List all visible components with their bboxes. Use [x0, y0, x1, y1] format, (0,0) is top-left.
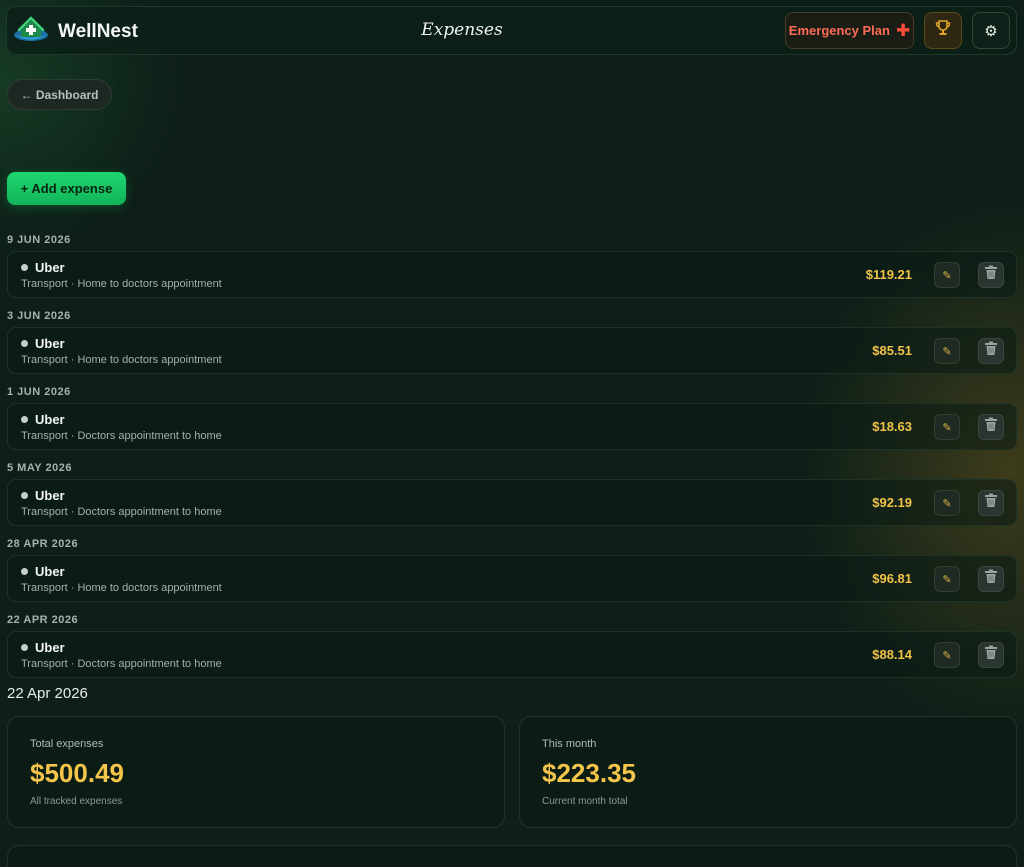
wellnest-logo-icon[interactable] [12, 14, 50, 44]
expense-title: Uber [35, 488, 65, 503]
trash-icon [984, 493, 998, 513]
expense-row[interactable]: Uber Transport · Doctors appointment to … [7, 479, 1017, 526]
pencil-icon: ✎ [942, 345, 952, 358]
pencil-icon: ✎ [942, 421, 952, 434]
bullet-icon [21, 568, 28, 575]
stat-note: All tracked expenses [30, 796, 123, 807]
trash-icon [984, 645, 998, 665]
stat-label: Total expenses [30, 738, 104, 750]
trash-icon [984, 417, 998, 437]
bullet-icon [21, 340, 28, 347]
pencil-icon: ✎ [942, 649, 952, 662]
delete-button[interactable] [978, 338, 1004, 364]
expense-row[interactable]: Uber Transport · Home to doctors appoint… [7, 327, 1017, 374]
group-date: 9 JUN 2026 [7, 234, 71, 246]
edit-button[interactable]: ✎ [934, 642, 960, 668]
add-expense-button[interactable]: + Add expense [7, 172, 126, 205]
edit-button[interactable]: ✎ [934, 262, 960, 288]
expense-amount: $88.14 [872, 647, 912, 662]
edit-button[interactable]: ✎ [934, 490, 960, 516]
app-header: WellNest Expenses Emergency Plan ✚ ⚙ [6, 6, 1017, 55]
group-date: 3 JUN 2026 [7, 310, 71, 322]
bottom-card [7, 845, 1017, 867]
pencil-icon: ✎ [942, 269, 952, 282]
expense-row[interactable]: Uber Transport · Doctors appointment to … [7, 403, 1017, 450]
trophy-button[interactable] [924, 12, 962, 49]
expense-amount: $96.81 [872, 571, 912, 586]
delete-button[interactable] [978, 414, 1004, 440]
bullet-icon [21, 492, 28, 499]
group-date: 5 MAY 2026 [7, 462, 72, 474]
expense-subtitle: Transport · Doctors appointment to home [21, 506, 222, 518]
plus-icon: ✚ [895, 20, 911, 40]
edit-button[interactable]: ✎ [934, 338, 960, 364]
trash-icon [984, 569, 998, 589]
expense-amount: $119.21 [865, 267, 912, 282]
total-expenses-card: Total expenses $500.49 All tracked expen… [7, 716, 505, 828]
expense-subtitle: Transport · Doctors appointment to home [21, 430, 222, 442]
bullet-icon [21, 416, 28, 423]
edit-button[interactable]: ✎ [934, 414, 960, 440]
expense-row[interactable]: Uber Transport · Home to doctors appoint… [7, 251, 1017, 298]
expense-row[interactable]: Uber Transport · Home to doctors appoint… [7, 555, 1017, 602]
expense-amount: $92.19 [872, 495, 912, 510]
gear-icon: ⚙ [984, 22, 998, 40]
page-title: Expenses [421, 20, 503, 40]
bullet-icon [21, 644, 28, 651]
expense-title: Uber [35, 412, 65, 427]
stat-note: Current month total [542, 796, 628, 807]
group-date: 28 APR 2026 [7, 538, 79, 550]
back-to-dashboard-button[interactable]: ← Dashboard [7, 79, 112, 110]
group-date: 22 APR 2026 [7, 614, 79, 626]
trophy-icon [934, 19, 952, 42]
expense-title: Uber [35, 564, 65, 579]
this-month-card: This month $223.35 Current month total [519, 716, 1017, 828]
expense-amount: $18.63 [872, 419, 912, 434]
delete-button[interactable] [978, 642, 1004, 668]
trash-icon [984, 265, 998, 285]
delete-button[interactable] [978, 262, 1004, 288]
emergency-plan-label: Emergency Plan [788, 23, 890, 38]
delete-button[interactable] [978, 490, 1004, 516]
expense-row[interactable]: Uber Transport · Doctors appointment to … [7, 631, 1017, 678]
expense-subtitle: Transport · Home to doctors appointment [21, 278, 222, 290]
pencil-icon: ✎ [942, 573, 952, 586]
stat-value: $223.35 [542, 758, 636, 788]
pencil-icon: ✎ [942, 497, 952, 510]
expense-title: Uber [35, 640, 65, 655]
delete-button[interactable] [978, 566, 1004, 592]
emergency-plan-button[interactable]: Emergency Plan ✚ [785, 12, 914, 49]
trash-icon [984, 341, 998, 361]
bullet-icon [21, 264, 28, 271]
edit-button[interactable]: ✎ [934, 566, 960, 592]
stat-label: This month [542, 738, 597, 750]
expense-amount: $85.51 [872, 343, 912, 358]
settings-button[interactable]: ⚙ [972, 12, 1010, 49]
expense-subtitle: Transport · Doctors appointment to home [21, 658, 222, 670]
group-date: 1 JUN 2026 [7, 386, 71, 398]
expense-subtitle: Transport · Home to doctors appointment [21, 354, 222, 366]
expense-title: Uber [35, 336, 65, 351]
expense-subtitle: Transport · Home to doctors appointment [21, 582, 222, 594]
brand-name: WellNest [58, 21, 138, 42]
stat-value: $500.49 [30, 758, 124, 788]
expense-title: Uber [35, 260, 65, 275]
footer-date: 22 Apr 2026 [7, 685, 88, 702]
